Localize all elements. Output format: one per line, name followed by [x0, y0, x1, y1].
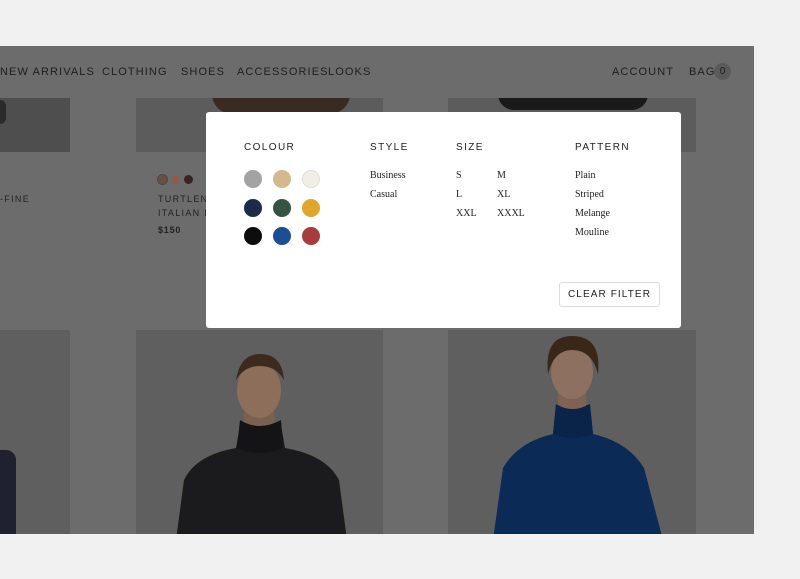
pattern-heading: PATTERN: [575, 142, 630, 153]
colour-swatch-black[interactable]: [244, 227, 262, 245]
style-option-business[interactable]: Business: [370, 170, 406, 181]
product-image[interactable]: [448, 330, 696, 534]
nav-clothing[interactable]: CLOTHING: [102, 66, 168, 78]
style-option-casual[interactable]: Casual: [370, 189, 397, 200]
colour-swatch-off-white[interactable]: [302, 170, 320, 188]
colour-swatch-blue[interactable]: [273, 227, 291, 245]
colour-swatch-green[interactable]: [273, 199, 291, 217]
nav-looks[interactable]: LOOKS: [328, 66, 371, 78]
colour-swatch-beige[interactable]: [273, 170, 291, 188]
product-swatch[interactable]: [158, 175, 167, 184]
nav-accessories[interactable]: ACCESSORIES: [237, 66, 329, 78]
product-name[interactable]: -FINE: [0, 194, 30, 204]
colour-swatch-red[interactable]: [302, 227, 320, 245]
size-option-xxxl[interactable]: XXXL: [497, 208, 525, 219]
product-figure: [0, 100, 6, 124]
nav-bag[interactable]: BAG: [689, 66, 716, 78]
product-figure: [498, 98, 648, 110]
filter-panel: COLOUR STYLE Business Casual SIZE S M L …: [206, 112, 681, 328]
size-option-xxl[interactable]: XXL: [456, 208, 477, 219]
model-turtleneck-blue: [493, 336, 662, 534]
nav-shoes[interactable]: SHOES: [181, 66, 225, 78]
product-price: $150: [158, 225, 182, 235]
size-option-s[interactable]: S: [456, 170, 462, 181]
size-option-m[interactable]: M: [497, 170, 506, 181]
size-heading: SIZE: [456, 142, 484, 153]
product-name[interactable]: ITALIAN M: [158, 208, 213, 218]
colour-swatch-navy[interactable]: [244, 199, 262, 217]
product-image[interactable]: [0, 98, 70, 152]
nav-account[interactable]: ACCOUNT: [612, 66, 674, 78]
pattern-option-striped[interactable]: Striped: [575, 189, 604, 200]
pattern-option-mouline[interactable]: Mouline: [575, 227, 609, 238]
product-image[interactable]: [136, 330, 383, 534]
product-swatch[interactable]: [184, 175, 193, 184]
product-image[interactable]: [0, 330, 70, 534]
bag-count-badge: 0: [714, 63, 731, 80]
model-turtleneck-black: [176, 354, 347, 534]
top-nav: NEW ARRIVALS CLOTHING SHOES ACCESSORIES …: [0, 46, 754, 98]
colour-swatch-grey[interactable]: [244, 170, 262, 188]
clear-filter-button[interactable]: CLEAR FILTER: [559, 282, 660, 307]
pattern-option-plain[interactable]: Plain: [575, 170, 596, 181]
nav-new-arrivals[interactable]: NEW ARRIVALS: [0, 66, 95, 78]
colour-heading: COLOUR: [244, 142, 296, 153]
size-option-xl[interactable]: XL: [497, 189, 510, 200]
size-option-l[interactable]: L: [456, 189, 462, 200]
colour-swatch-mustard[interactable]: [302, 199, 320, 217]
product-swatch[interactable]: [171, 175, 180, 184]
style-heading: STYLE: [370, 142, 409, 153]
product-figure: [0, 450, 16, 534]
pattern-option-melange[interactable]: Melange: [575, 208, 610, 219]
